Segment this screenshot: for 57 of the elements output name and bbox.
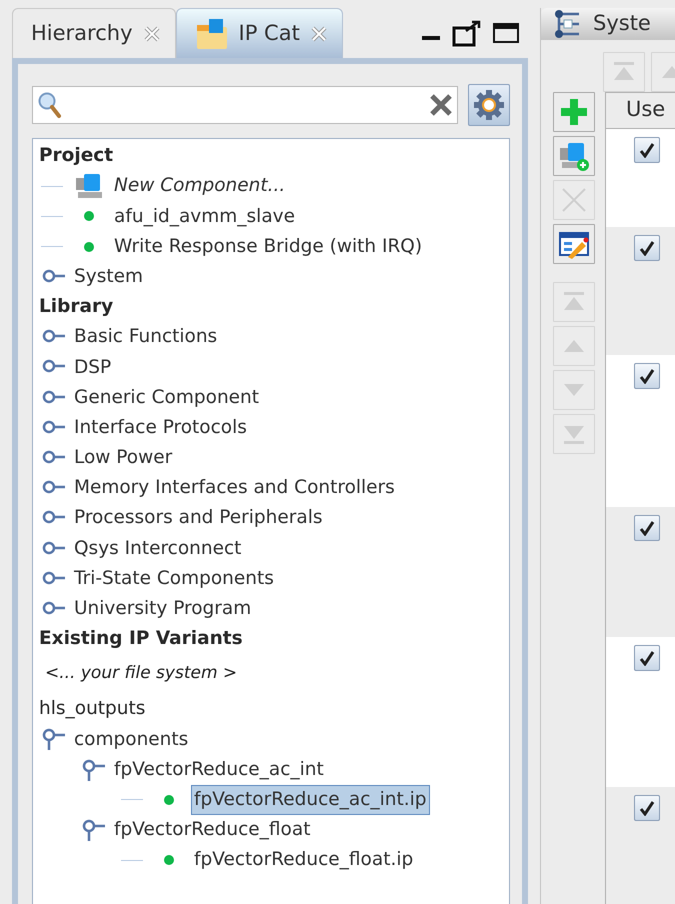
search-icon — [37, 91, 63, 119]
tree-item[interactable]: fpVectorReduce_ac_int.ip — [191, 784, 430, 815]
tree-item[interactable]: Qsys Interconnect — [71, 534, 244, 564]
close-icon[interactable] — [142, 24, 161, 42]
checkbox[interactable] — [634, 644, 660, 670]
section-heading: Project — [38, 144, 114, 168]
tree-item[interactable]: Low Power — [71, 443, 176, 473]
tree-item[interactable]: afu_id_avmm_slave — [111, 202, 298, 232]
file-system-link[interactable]: <... your file system > — [33, 661, 238, 687]
checkbox[interactable] — [634, 234, 660, 260]
section-heading: Library — [38, 295, 114, 320]
section-heading: Existing IP Variants — [38, 627, 243, 652]
tree-item[interactable]: Tri-State Components — [71, 564, 277, 594]
edit-button[interactable] — [553, 224, 595, 264]
checkmark-icon — [639, 368, 655, 384]
tree-item[interactable]: Generic Component — [71, 382, 262, 412]
close-icon[interactable] — [310, 24, 328, 42]
tab[interactable]: IP Cat — [176, 8, 343, 58]
tree-item[interactable]: New Component... — [111, 171, 288, 202]
status-dot-icon — [163, 854, 175, 866]
expanded-icon[interactable] — [41, 726, 67, 752]
tree-item[interactable]: University Program — [71, 594, 254, 624]
system-tab[interactable]: Syste — [541, 8, 675, 40]
checkbox[interactable] — [634, 794, 660, 820]
tree-item[interactable]: System — [71, 262, 146, 292]
component-icon — [74, 172, 104, 200]
status-dot-icon — [83, 240, 95, 253]
checkmark-icon — [639, 240, 655, 256]
tree-item[interactable]: Write Response Bridge (with IRQ) — [111, 232, 426, 262]
maximize-icon[interactable] — [492, 21, 520, 45]
restore-icon[interactable] — [452, 19, 482, 47]
checkbox[interactable] — [634, 136, 660, 162]
settings-button[interactable] — [468, 84, 510, 126]
status-dot-icon — [83, 210, 95, 222]
tree-item[interactable]: hls_outputs — [33, 695, 146, 724]
folder-icon — [194, 16, 229, 50]
checkmark-icon — [639, 520, 655, 536]
search-field[interactable] — [32, 86, 458, 124]
status-dot-icon — [163, 794, 175, 806]
expanded-icon[interactable] — [81, 817, 107, 844]
tree-item[interactable]: Basic Functions — [71, 322, 220, 352]
tree-item[interactable]: components — [71, 724, 192, 754]
add-component-button[interactable] — [553, 136, 595, 176]
clear-icon[interactable] — [429, 93, 453, 117]
tree-item[interactable]: fpVectorReduce_ac_int — [111, 754, 327, 785]
checkmark-icon — [639, 800, 655, 816]
tree-item[interactable]: DSP — [71, 352, 114, 382]
tree-item[interactable]: Processors and Peripherals — [71, 503, 326, 534]
tree-item[interactable]: Memory Interfaces and Controllers — [71, 473, 398, 504]
tab[interactable]: Hierarchy — [12, 8, 176, 58]
checkbox[interactable] — [634, 362, 660, 388]
checkbox[interactable] — [634, 514, 660, 540]
checkmark-icon — [639, 650, 655, 666]
tree-item[interactable]: fpVectorReduce_float — [111, 815, 314, 845]
tree-item[interactable]: fpVectorReduce_float.ip — [191, 845, 416, 876]
tree-item[interactable]: Interface Protocols — [71, 412, 250, 443]
checkmark-icon — [639, 142, 655, 158]
